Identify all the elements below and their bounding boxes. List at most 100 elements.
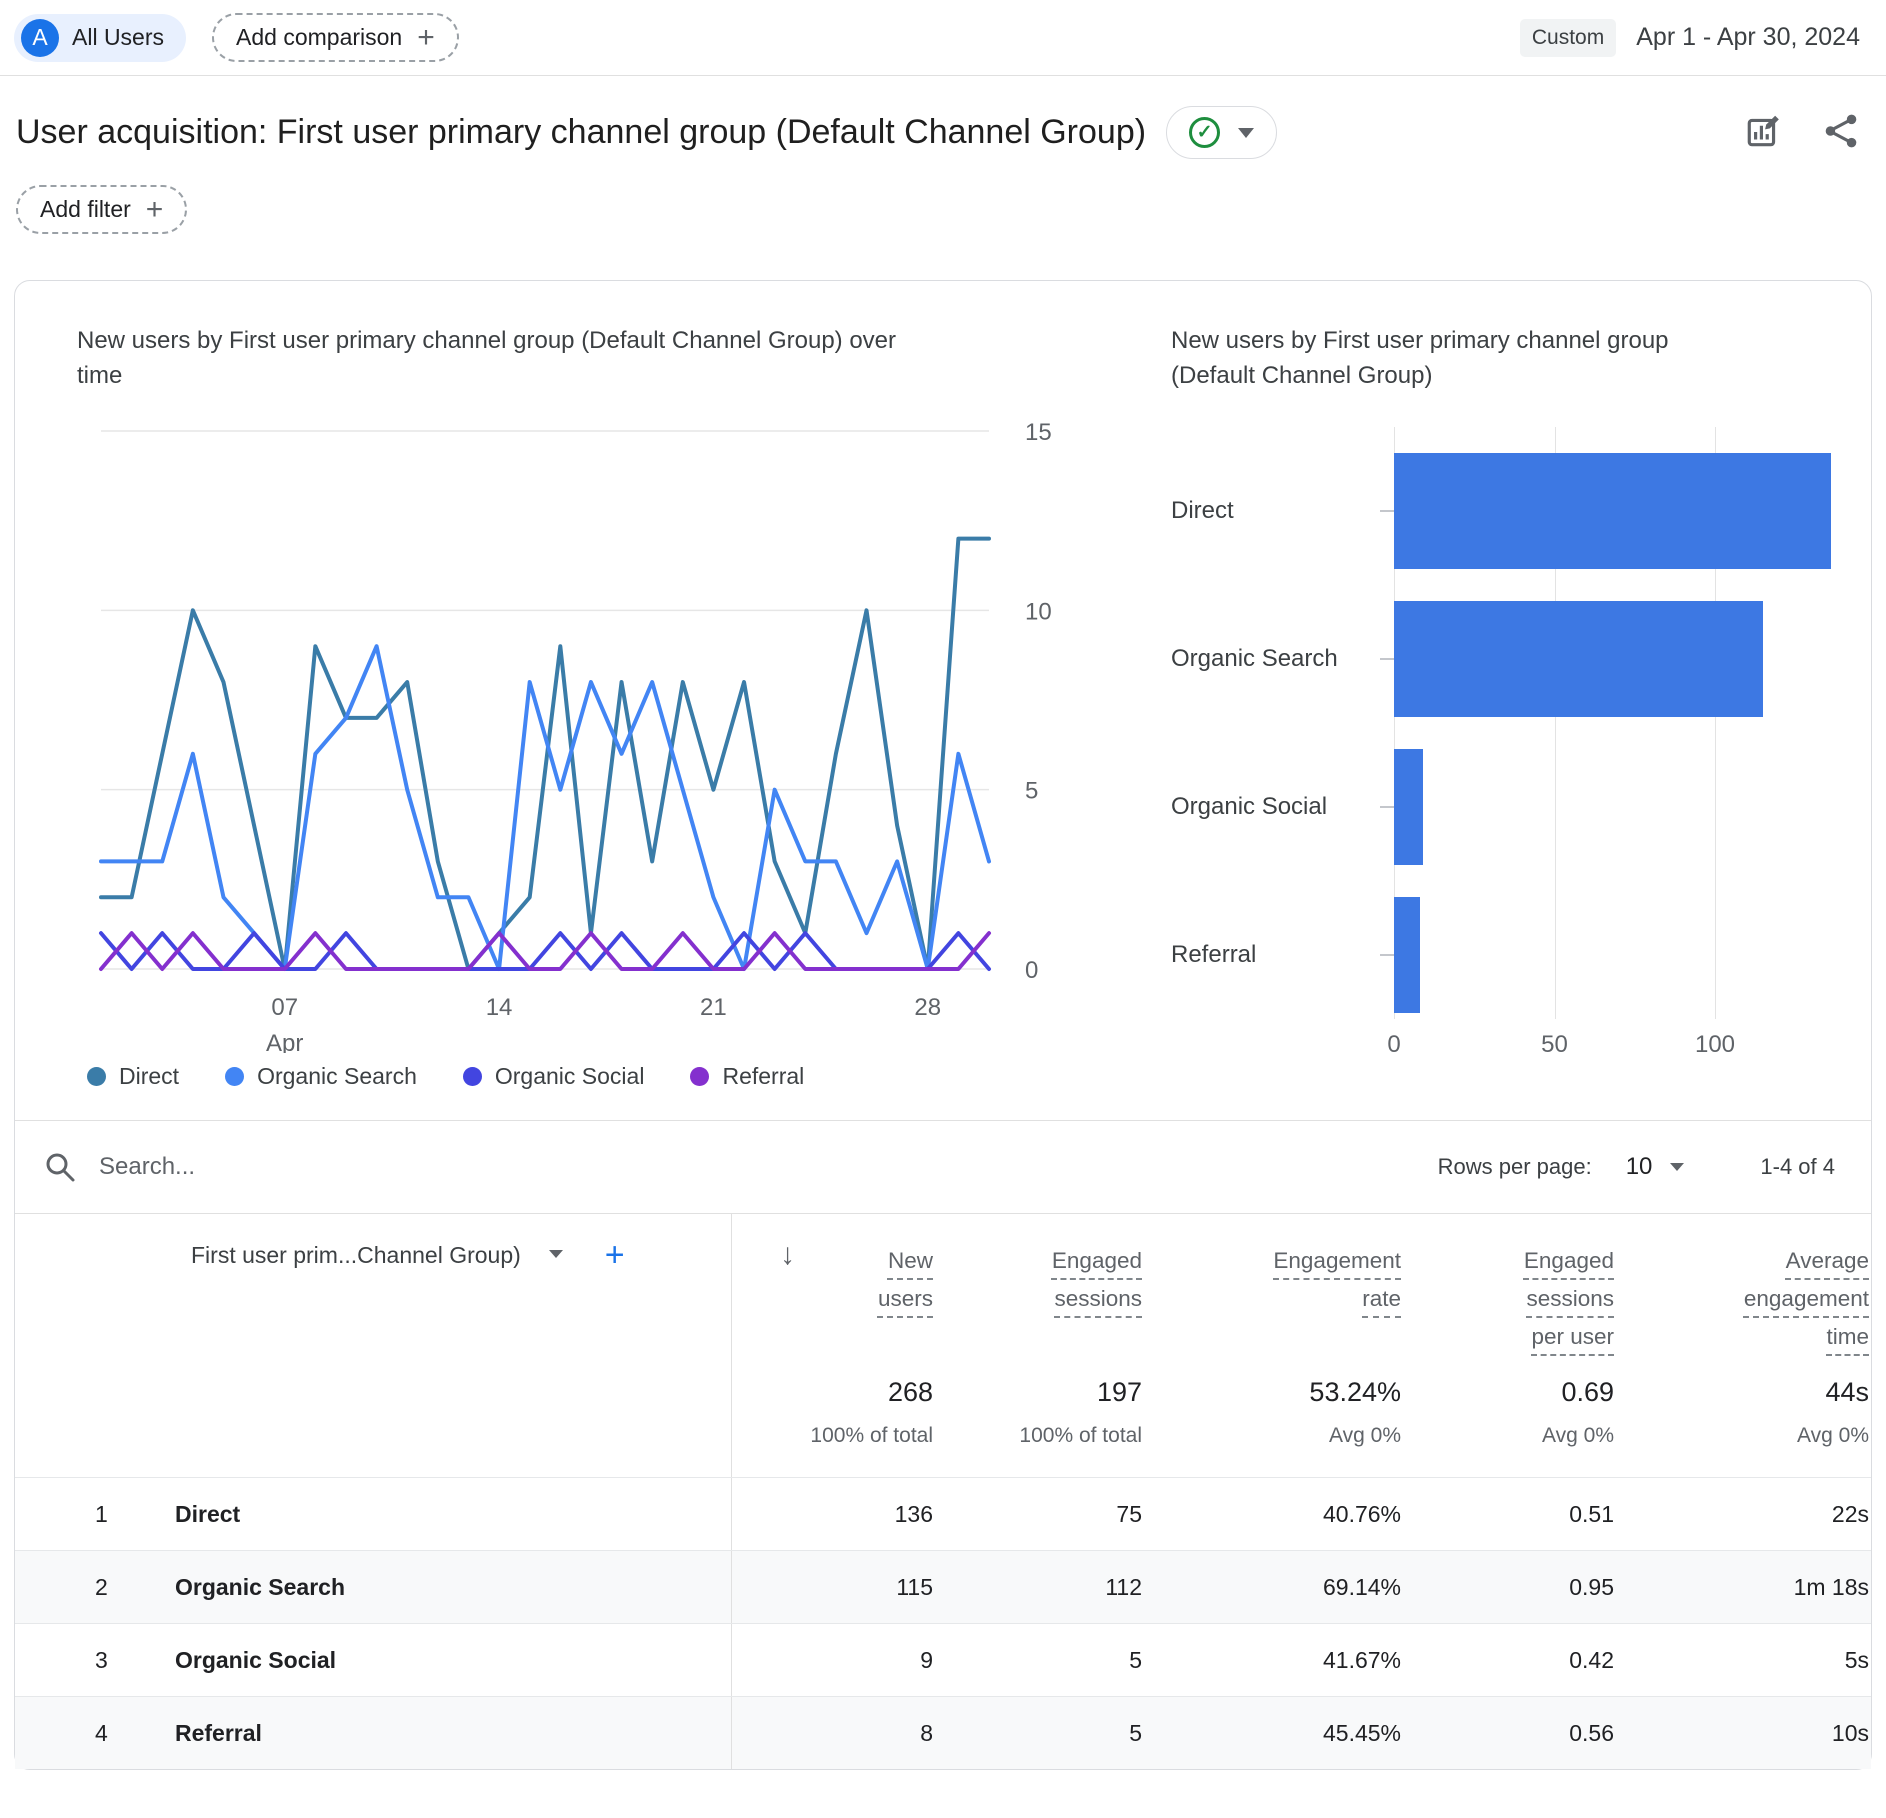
legend-dot-icon — [87, 1067, 106, 1086]
line-series-organic-social — [99, 931, 991, 971]
cell-average-engagement-time: 5s — [1844, 1646, 1869, 1673]
bar-direct — [1394, 453, 1831, 569]
dimension-header[interactable]: First user prim...Channel Group) — [191, 1242, 521, 1269]
legend-item-direct: Direct — [87, 1063, 179, 1090]
chevron-down-icon[interactable] — [548, 1250, 563, 1258]
bar-row-referral: Referral — [1171, 881, 1871, 1029]
channel-name: Organic Search — [175, 1573, 346, 1600]
rows-per-page-select[interactable]: 10 — [1626, 1153, 1685, 1181]
customize-report-button[interactable] — [1744, 112, 1782, 153]
line-chart: 0 5 10 15 07 Apr 14 21 28 — [99, 419, 1052, 1053]
x-axis-tick-label: 21 — [700, 994, 727, 1021]
add-column-button[interactable]: + — [605, 1238, 625, 1272]
report-card: New users by First user primary channel … — [14, 280, 1872, 1770]
total-new-users: 268 — [887, 1377, 933, 1407]
share-icon — [1825, 114, 1857, 148]
legend-item-referral: Referral — [690, 1063, 804, 1090]
row-index: 4 — [95, 1719, 108, 1746]
total-engaged-sessions-sub: 100% of total — [1019, 1424, 1142, 1447]
column-header-new-users[interactable]: New users — [732, 1242, 933, 1363]
chevron-down-icon — [1670, 1163, 1685, 1171]
bar-category-label: Direct — [1171, 497, 1234, 524]
add-filter-label: Add filter — [40, 196, 131, 222]
report-table: Rows per page: 10 1-4 of 4 First user pr… — [15, 1120, 1871, 1769]
chevron-down-icon — [1238, 127, 1255, 138]
add-comparison-button[interactable]: Add comparison + — [212, 13, 459, 62]
cell-average-engagement-time: 22s — [1831, 1500, 1869, 1527]
total-average-engagement-time: 44s — [1825, 1377, 1869, 1407]
x-axis-tick-label: 28 — [914, 994, 941, 1021]
plus-icon: + — [145, 192, 164, 226]
y-axis-tick-label: 0 — [1025, 957, 1038, 984]
y-axis-tick-label: 10 — [1025, 598, 1052, 625]
column-header-engaged-sessions-per-user[interactable]: Engaged sessions per user — [1401, 1242, 1614, 1363]
bar-referral — [1394, 897, 1420, 1013]
pagination-range: 1-4 of 4 — [1760, 1154, 1835, 1179]
table-row: 3 Organic Social 9 5 41.67% 0.42 5s — [15, 1623, 1871, 1696]
category-tick — [1380, 806, 1394, 808]
bar-category-label: Referral — [1171, 941, 1257, 968]
add-filter-button[interactable]: Add filter + — [16, 185, 188, 234]
cell-engaged-sessions-per-user: 0.95 — [1569, 1573, 1614, 1600]
column-header-average-engagement-time[interactable]: Average engagement time — [1614, 1242, 1869, 1363]
x-axis-tick-label: 100 — [1694, 1031, 1736, 1058]
line-chart-panel: New users by First user primary channel … — [77, 323, 1085, 1090]
segment-chip-all-users[interactable]: A All Users — [14, 13, 187, 62]
cell-engaged-sessions-per-user: 0.42 — [1569, 1646, 1614, 1673]
category-tick — [1380, 954, 1394, 956]
cell-engagement-rate: 41.67% — [1322, 1646, 1401, 1673]
bar-row-direct: Direct — [1171, 437, 1871, 585]
table-totals-row: 268 100% of total 197 100% of total 53.24%… — [15, 1363, 1871, 1477]
legend-label: Direct — [119, 1063, 180, 1089]
cell-engagement-rate: 40.76% — [1322, 1500, 1401, 1527]
x-axis-tick-label: 0 — [1387, 1031, 1401, 1058]
segment-avatar: A — [21, 18, 59, 57]
column-header-engaged-sessions[interactable]: Engaged sessions — [933, 1242, 1142, 1363]
edit-chart-icon — [1747, 115, 1779, 147]
page-title: User acquisition: First user primary cha… — [16, 113, 1147, 151]
share-button[interactable] — [1822, 112, 1860, 153]
date-range-type-badge: Custom — [1519, 18, 1617, 57]
total-new-users-sub: 100% of total — [810, 1424, 933, 1447]
x-axis-tick-label: 50 — [1541, 1031, 1568, 1058]
channel-name: Direct — [175, 1500, 241, 1527]
report-status-dropdown[interactable]: ✓ — [1166, 106, 1278, 159]
cell-engagement-rate: 45.45% — [1322, 1719, 1401, 1746]
cell-engagement-rate: 69.14% — [1322, 1573, 1401, 1600]
cell-engaged-sessions: 75 — [1116, 1500, 1142, 1527]
legend-dot-icon — [690, 1067, 710, 1086]
sort-descending-icon[interactable]: ↓ — [780, 1238, 795, 1272]
legend-item-organic-search: Organic Search — [225, 1063, 417, 1090]
chart-legend: Direct Organic Search Organic Social Referr… — [77, 1063, 1085, 1090]
segment-label: All Users — [72, 24, 165, 50]
bar-category-label: Organic Search — [1171, 645, 1338, 672]
bar-chart: 0 50 100 Direct Organic Search Organic Social… — [1171, 423, 1871, 1078]
row-index: 2 — [95, 1573, 108, 1600]
x-axis-tick-label: 14 — [486, 994, 513, 1021]
top-bar: A All Users Add comparison + Custom Apr … — [0, 0, 1886, 76]
bar-chart-title: New users by First user primary channel … — [1171, 327, 1669, 389]
table-row: 2 Organic Search 115 112 69.14% 0.95 1m … — [15, 1550, 1871, 1623]
legend-label: Referral — [722, 1063, 805, 1089]
bar-organic-search — [1394, 601, 1764, 717]
date-range-picker[interactable]: Apr 1 - Apr 30, 2024 — [1636, 23, 1860, 52]
search-input[interactable] — [99, 1153, 719, 1181]
line-series-organic-search — [99, 644, 991, 971]
category-tick — [1380, 658, 1394, 660]
cell-new-users: 115 — [896, 1573, 933, 1600]
bar-organic-social — [1394, 749, 1423, 865]
cell-new-users: 8 — [920, 1719, 933, 1746]
legend-dot-icon — [462, 1067, 482, 1086]
cell-engaged-sessions-per-user: 0.51 — [1569, 1500, 1614, 1527]
row-index: 3 — [95, 1646, 108, 1673]
table-toolbar: Rows per page: 10 1-4 of 4 — [15, 1121, 1871, 1213]
cell-engaged-sessions-per-user: 0.56 — [1569, 1719, 1614, 1746]
cell-engaged-sessions: 5 — [1129, 1719, 1142, 1746]
x-axis-tick-sublabel: Apr — [266, 1030, 303, 1053]
channel-name: Referral — [175, 1719, 262, 1746]
column-header-engagement-rate[interactable]: Engagement rate — [1142, 1242, 1401, 1363]
channel-name: Organic Social — [175, 1646, 337, 1673]
cell-engaged-sessions: 5 — [1129, 1646, 1142, 1673]
y-axis-tick-label: 15 — [1025, 419, 1052, 446]
rows-per-page-value: 10 — [1625, 1153, 1653, 1180]
